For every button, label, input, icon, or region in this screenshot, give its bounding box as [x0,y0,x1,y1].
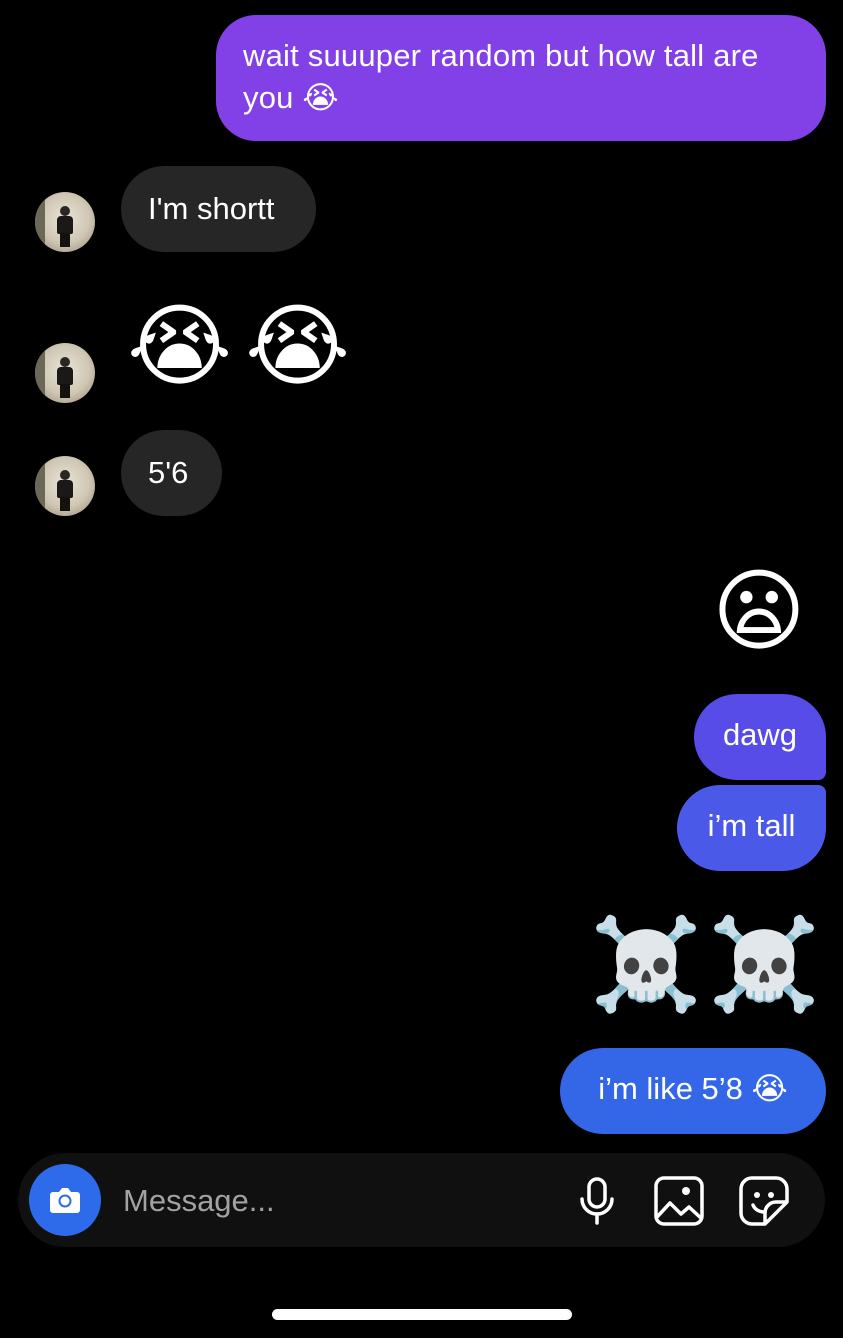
message-input[interactable] [121,1153,545,1249]
outgoing-message-bubble[interactable]: i’m like 5’8 😭 [560,1048,826,1134]
frowning-emoji[interactable]: 😦 [712,557,806,667]
skull-crossbones-emoji[interactable]: ☠️ [590,910,702,1020]
outgoing-message-bubble[interactable]: dawg [694,694,826,780]
skull-crossbones-emoji[interactable]: ☠️ [708,910,820,1020]
gallery-icon [654,1176,704,1226]
crying-emoji: 😭 [302,80,339,116]
message-composer [18,1153,825,1249]
message-text: 5'6 [148,455,189,490]
crying-emoji[interactable]: 😭 [245,292,350,402]
microphone-button[interactable] [571,1175,623,1227]
outgoing-message-bubble[interactable]: i’m tall [677,785,826,871]
contact-avatar[interactable] [35,343,95,403]
crying-emoji[interactable]: 😭 [127,292,232,402]
message-text: I'm shortt [148,191,275,226]
camera-icon [50,1188,80,1213]
sticker-icon [739,1176,789,1226]
incoming-message-bubble[interactable]: I'm shortt [121,166,316,252]
outgoing-message-bubble[interactable]: wait suuuper random but how tall are you… [216,15,826,141]
message-text: i’m tall [707,808,796,843]
message-text: i’m like 5’8 [598,1071,743,1106]
incoming-message-bubble[interactable]: 5'6 [121,430,222,516]
sticker-button[interactable] [738,1175,790,1227]
microphone-icon [580,1177,614,1225]
message-text: dawg [722,717,798,752]
home-indicator[interactable] [272,1309,572,1320]
contact-avatar[interactable] [35,192,95,252]
gallery-button[interactable] [653,1175,705,1227]
contact-avatar[interactable] [35,456,95,516]
camera-button[interactable] [29,1164,101,1236]
message-thread: wait suuuper random but how tall are you… [0,0,843,1150]
crying-emoji: 😭 [751,1071,788,1107]
